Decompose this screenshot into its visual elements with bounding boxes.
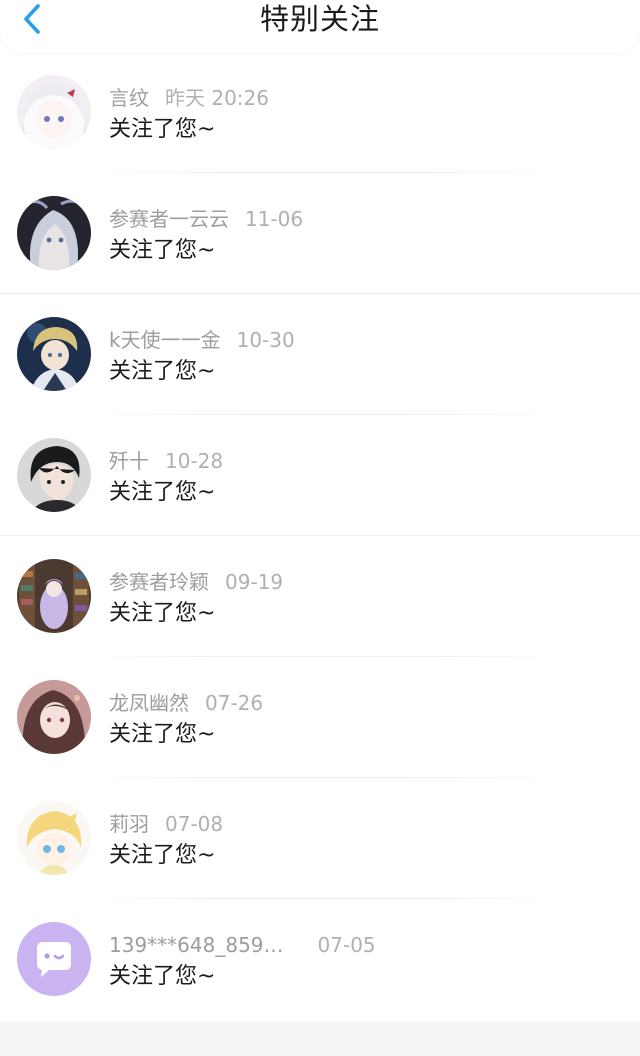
avatar[interactable]	[17, 680, 91, 754]
user-name[interactable]: k天使一一金	[109, 328, 221, 352]
item-meta: 歼十 10-28	[109, 448, 223, 474]
item-message: 关注了您~	[109, 238, 216, 263]
bottom-spacer	[0, 1022, 640, 1056]
notification-list: 言纹 昨天 20:26 关注了您~ 参赛者一云云 11-06 关注了您~ k天使…	[0, 52, 640, 1020]
item-message: 关注了您~	[109, 964, 216, 989]
item-message: 关注了您~	[109, 117, 216, 142]
item-time: 07-05	[317, 933, 376, 957]
avatar[interactable]	[17, 801, 91, 875]
page-title: 特别关注	[259, 2, 380, 36]
item-meta: 参赛者玲颖 09-19	[109, 569, 283, 595]
item-meta: 莉羽 07-08	[109, 811, 223, 837]
item-time: 09-19	[225, 570, 284, 594]
item-message: 关注了您~	[109, 359, 216, 384]
user-name[interactable]: 歼十	[109, 449, 149, 473]
special-follow-page: 特别关注 言纹 昨天 20:26 关注了您~ 参赛者一云云 11-06 关注了您…	[0, 0, 640, 1056]
list-item[interactable]: 言纹 昨天 20:26 关注了您~	[0, 52, 640, 173]
user-name[interactable]: 言纹	[109, 86, 149, 110]
avatar-image	[17, 317, 91, 391]
avatar[interactable]	[17, 559, 91, 633]
user-name[interactable]: 莉羽	[109, 812, 149, 836]
item-time: 10-28	[165, 449, 224, 473]
avatar[interactable]	[17, 317, 91, 391]
item-message: 关注了您~	[109, 480, 216, 505]
avatar[interactable]	[17, 922, 91, 996]
item-time: 11-06	[245, 207, 304, 231]
list-item[interactable]: 龙凤幽然 07-26 关注了您~	[0, 657, 640, 778]
avatar-image	[17, 438, 91, 512]
item-meta: 言纹 昨天 20:26	[109, 85, 269, 111]
default-avatar-icon	[17, 922, 91, 996]
item-time: 昨天 20:26	[165, 86, 269, 110]
user-name[interactable]: 参赛者玲颖	[109, 570, 209, 594]
item-message: 关注了您~	[109, 843, 216, 868]
item-time: 07-08	[165, 812, 224, 836]
avatar-image	[17, 801, 91, 875]
item-meta: k天使一一金 10-30	[109, 327, 295, 353]
list-item[interactable]: k天使一一金 10-30 关注了您~	[0, 294, 640, 415]
item-message: 关注了您~	[109, 601, 216, 626]
user-name[interactable]: 龙凤幽然	[109, 691, 189, 715]
list-item[interactable]: 参赛者一云云 11-06 关注了您~	[0, 173, 640, 294]
user-name[interactable]: 139***648_859…	[109, 933, 284, 957]
list-item[interactable]: 139***648_859… 07-05 关注了您~	[0, 899, 640, 1020]
item-meta: 139***648_859… 07-05	[109, 932, 376, 958]
list-item[interactable]: 莉羽 07-08 关注了您~	[0, 778, 640, 899]
avatar-image	[17, 680, 91, 754]
item-meta: 参赛者一云云 11-06	[109, 206, 303, 232]
avatar-image	[17, 559, 91, 633]
avatar[interactable]	[17, 196, 91, 270]
avatar-image	[17, 75, 91, 149]
avatar-image	[17, 196, 91, 270]
header-bar: 特别关注	[0, 0, 640, 52]
avatar[interactable]	[17, 438, 91, 512]
item-meta: 龙凤幽然 07-26	[109, 690, 263, 716]
list-item[interactable]: 歼十 10-28 关注了您~	[0, 415, 640, 536]
item-message: 关注了您~	[109, 722, 216, 747]
avatar[interactable]	[17, 75, 91, 149]
user-name[interactable]: 参赛者一云云	[109, 207, 229, 231]
list-item[interactable]: 参赛者玲颖 09-19 关注了您~	[0, 536, 640, 657]
item-time: 10-30	[236, 328, 295, 352]
item-time: 07-26	[205, 691, 264, 715]
